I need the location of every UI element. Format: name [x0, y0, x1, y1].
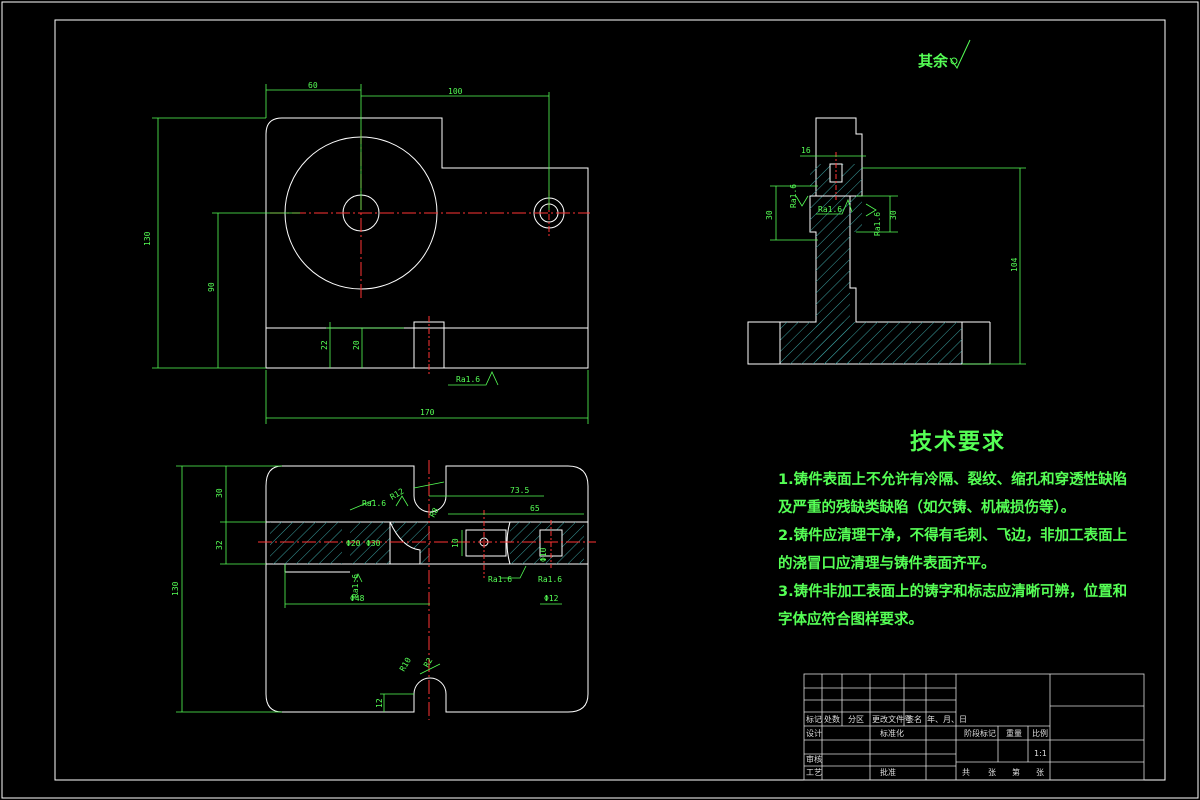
dim-top-r12: R12 [389, 487, 406, 502]
dim-front-170: 170 [420, 408, 435, 417]
roughness-side-right: Ra1.6 [873, 212, 882, 236]
tb-standardize: 标准化 [880, 728, 904, 738]
dim-top-r8: R8 [428, 506, 441, 519]
roughness-top-3: Ra1.6 [488, 575, 512, 584]
cad-drawing-canvas: 60 100 130 90 22 20 170 Ra1.6 16 Ra1.6 R… [1, 1, 1199, 799]
dim-front-130: 130 [143, 231, 152, 246]
roughness-side-left: Ra1.6 [789, 184, 798, 208]
dim-front-100: 100 [448, 87, 463, 96]
dim-side-30-right: 30 [889, 210, 898, 220]
dim-top-65: 65 [530, 504, 540, 513]
tb-scale: 比例 [1032, 728, 1048, 738]
tb-zone: 分区 [848, 715, 864, 724]
dim-front-20: 20 [352, 340, 361, 350]
side-view: 16 Ra1.6 Ra1.6 Ra1.6 30 30 104 [747, 117, 1026, 365]
dim-top-r10: R10 [398, 656, 413, 673]
top-view-outline [265, 465, 589, 713]
tb-sheet-total: 共 [962, 768, 970, 777]
roughness-side-mid: Ra1.6 [818, 205, 842, 214]
dim-top-phi10: Φ10 [539, 547, 548, 562]
dim-top-30: 30 [215, 488, 224, 498]
surface-finish-note: 其余 [918, 52, 949, 70]
requirement-item-3: 3.铸件非加工表面上的铸字和标志应清晰可辨，位置和字体应符合图样要求。 [778, 584, 1128, 628]
dim-side-30-left: 30 [765, 210, 774, 220]
tb-review: 审核 [806, 754, 822, 764]
dim-top-phi48: Φ48 [350, 594, 365, 603]
dim-top-73-5: 73.5 [510, 486, 529, 495]
tb-signature: 签名 [906, 714, 922, 724]
tb-process: 工艺 [806, 768, 822, 777]
front-view-outline [265, 117, 589, 369]
tb-approve: 批准 [880, 767, 896, 777]
requirement-item-1: 1.铸件表面上不允许有冷隔、裂纹、缩孔和穿透性缺陷及严重的残缺类缺陷（如欠铸、机… [778, 472, 1128, 516]
title-block [803, 673, 1145, 781]
tb-date: 年、月、日 [927, 714, 967, 724]
tb-scale-value: 1:1 [1034, 749, 1047, 758]
tb-sheet-label2: 张 [1036, 768, 1044, 777]
dim-top-r2: R2 [422, 656, 435, 669]
requirement-item-2: 2.铸件应清理干净，不得有毛刺、飞边，非加工表面上的浇冒口应清理与铸件表面齐平。 [778, 528, 1128, 572]
dim-top-12: 12 [375, 698, 384, 708]
dim-side-16: 16 [801, 146, 811, 155]
dim-top-32: 32 [215, 540, 224, 550]
inner-border [54, 19, 1166, 781]
tb-count: 处数 [824, 714, 840, 724]
dim-top-phi30: Φ30 [366, 539, 381, 548]
dim-front-60: 60 [308, 81, 318, 90]
surface-finish-symbol [949, 39, 971, 69]
dim-front-22: 22 [320, 340, 329, 350]
dim-side-104: 104 [1010, 257, 1019, 272]
roughness-top-4: Ra1.6 [538, 575, 562, 584]
front-view: 60 100 130 90 22 20 170 Ra1.6 [143, 81, 590, 424]
tb-weight: 重量 [1006, 728, 1022, 738]
dim-top-phi20: Φ20 [346, 539, 361, 548]
tb-mark: 标记 [806, 714, 822, 724]
dim-top-phi12: Φ12 [544, 594, 559, 603]
dim-top-130: 130 [171, 581, 180, 596]
technical-requirements-title: 技术要求 [910, 430, 1007, 455]
tb-sheet-no: 第 [1012, 767, 1020, 777]
dim-front-90: 90 [207, 282, 216, 292]
roughness-top-1: Ra1.6 [362, 499, 386, 508]
tb-stage-mark: 阶段标记 [964, 728, 996, 738]
dim-top-10: 10 [451, 538, 460, 548]
top-view: 30 32 130 12 R12 R8 R10 R2 73.5 65 10 Ra… [171, 460, 596, 720]
outer-border [1, 1, 1199, 799]
tb-design: 设计 [806, 728, 822, 738]
tb-sheet-label: 张 [988, 768, 996, 777]
roughness-front: Ra1.6 [456, 375, 480, 384]
